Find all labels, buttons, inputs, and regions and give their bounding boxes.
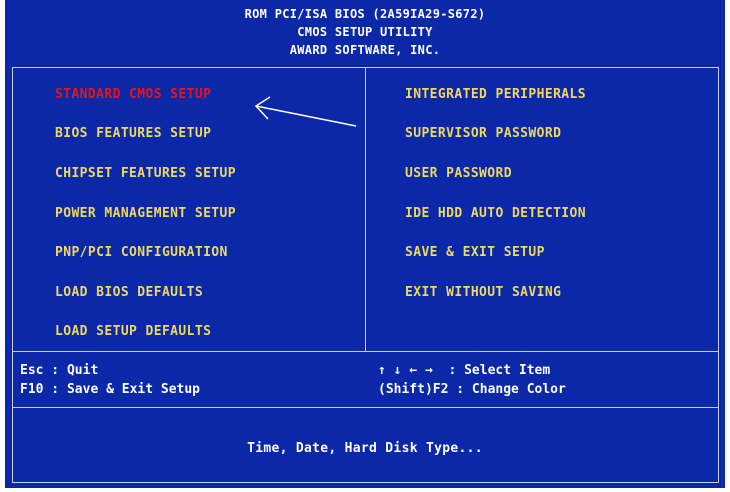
menu-item-save-exit-setup[interactable]: SAVE & EXIT SETUP (405, 245, 545, 261)
menu-item-load-setup-defaults[interactable]: LOAD SETUP DEFAULTS (55, 324, 211, 340)
column-divider (365, 68, 366, 351)
menu-item-ide-hdd-auto-detection[interactable]: IDE HDD AUTO DETECTION (405, 206, 586, 222)
menu-item-supervisor-password[interactable]: SUPERVISOR PASSWORD (405, 126, 561, 142)
key-help-arrows: ↑ ↓ ← → : Select Item (378, 363, 551, 378)
key-help-shift-f2: (Shift)F2 : Change Color (378, 382, 566, 397)
menu-item-bios-features-setup[interactable]: BIOS FEATURES SETUP (55, 126, 211, 142)
menu-item-integrated-peripherals[interactable]: INTEGRATED PERIPHERALS (405, 87, 586, 103)
menu-item-standard-cmos-setup[interactable]: STANDARD CMOS SETUP (55, 87, 211, 103)
vendor-name: AWARD SOFTWARE, INC. (289, 43, 441, 57)
menu-item-pnp-pci-configuration[interactable]: PNP/PCI CONFIGURATION (55, 245, 228, 261)
menu-item-load-bios-defaults[interactable]: LOAD BIOS DEFAULTS (55, 285, 203, 301)
bios-screen: ROM PCI/ISA BIOS (2A59IA29-S672) CMOS SE… (0, 0, 730, 492)
key-help-f10: F10 : Save & Exit Setup (20, 382, 201, 397)
keys-desc-divider (13, 407, 718, 408)
bios-setup-window: ROM PCI/ISA BIOS (2A59IA29-S672) CMOS SE… (5, 0, 725, 488)
menu-item-power-management-setup[interactable]: POWER MANAGEMENT SETUP (55, 206, 236, 222)
menu-keys-divider (13, 351, 718, 352)
utility-title: CMOS SETUP UTILITY (297, 25, 433, 39)
bios-version: ROM PCI/ISA BIOS (2A59IA29-S672) (244, 7, 486, 21)
menu-item-chipset-features-setup[interactable]: CHIPSET FEATURES SETUP (55, 166, 236, 182)
menu-item-user-password[interactable]: USER PASSWORD (405, 166, 512, 182)
menu-item-exit-without-saving[interactable]: EXIT WITHOUT SAVING (405, 285, 561, 301)
key-help-esc: Esc : Quit (20, 363, 99, 378)
item-description: Time, Date, Hard Disk Type... (247, 441, 483, 456)
